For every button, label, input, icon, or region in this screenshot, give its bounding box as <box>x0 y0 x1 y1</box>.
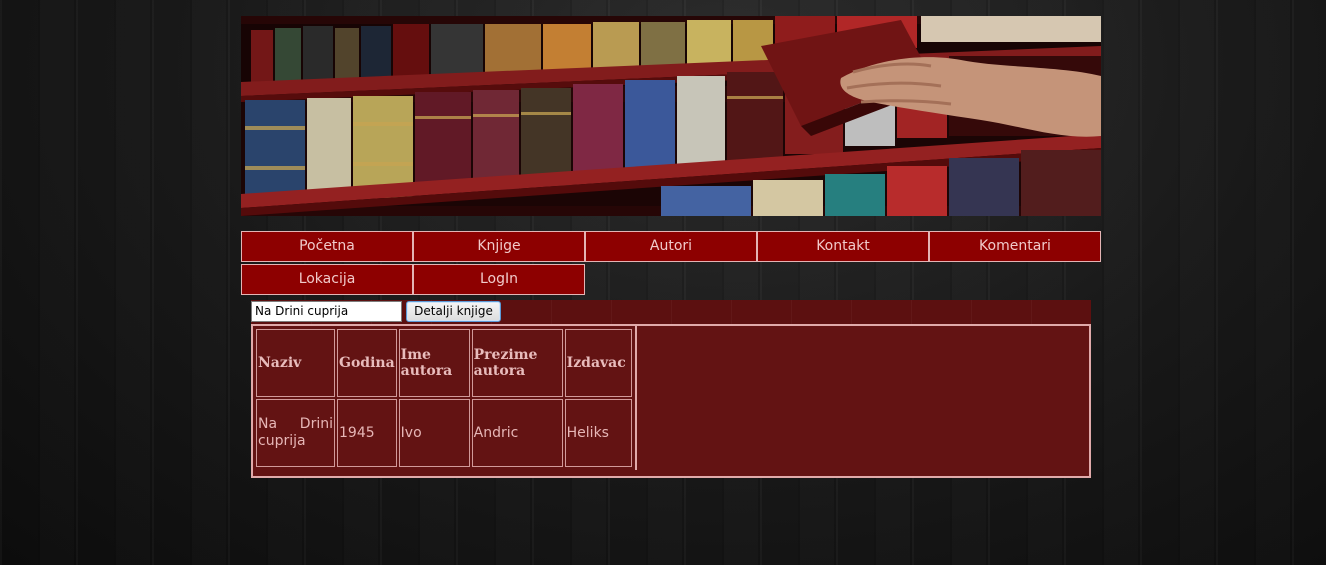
nav-item-komentari[interactable]: Komentari <box>929 231 1101 262</box>
column-header-ime-autora: Ime autora <box>398 329 470 397</box>
cell-naziv: Na Drini cuprija <box>256 399 335 467</box>
column-header-izdavac: Izdavac <box>564 329 632 397</box>
nav-item-knjige[interactable]: Knjige <box>413 231 585 262</box>
cell-ime-autora: Ivo <box>398 399 470 467</box>
cell-prezime-autora: Andric <box>471 399 563 467</box>
nav-item-login[interactable]: LogIn <box>413 264 585 295</box>
column-header-naziv: Naziv <box>256 329 335 397</box>
column-header-prezime-autora: Prezime autora <box>471 329 563 397</box>
nav-item-kontakt[interactable]: Kontakt <box>757 231 929 262</box>
cell-godina: 1945 <box>337 399 397 467</box>
book-details-button[interactable]: Detalji knjige <box>406 301 501 322</box>
column-header-godina: Godina <box>337 329 397 397</box>
book-details-panel: Detalji knjige Naziv Godina Ime autora P… <box>251 300 1091 478</box>
book-title-input[interactable] <box>251 301 402 322</box>
table-row: Na Drini cuprija 1945 Ivo Andric Heliks <box>256 399 632 467</box>
nav-item-lokacija[interactable]: Lokacija <box>241 264 413 295</box>
book-details-table: Naziv Godina Ime autora Prezime autora I… <box>253 326 637 470</box>
cell-izdavac: Heliks <box>564 399 632 467</box>
results-area: Naziv Godina Ime autora Prezime autora I… <box>251 324 1091 478</box>
header-banner-image <box>241 16 1101 216</box>
nav-item-pocetna[interactable]: Početna <box>241 231 413 262</box>
nav-item-autori[interactable]: Autori <box>585 231 757 262</box>
table-header-row: Naziv Godina Ime autora Prezime autora I… <box>256 329 632 397</box>
